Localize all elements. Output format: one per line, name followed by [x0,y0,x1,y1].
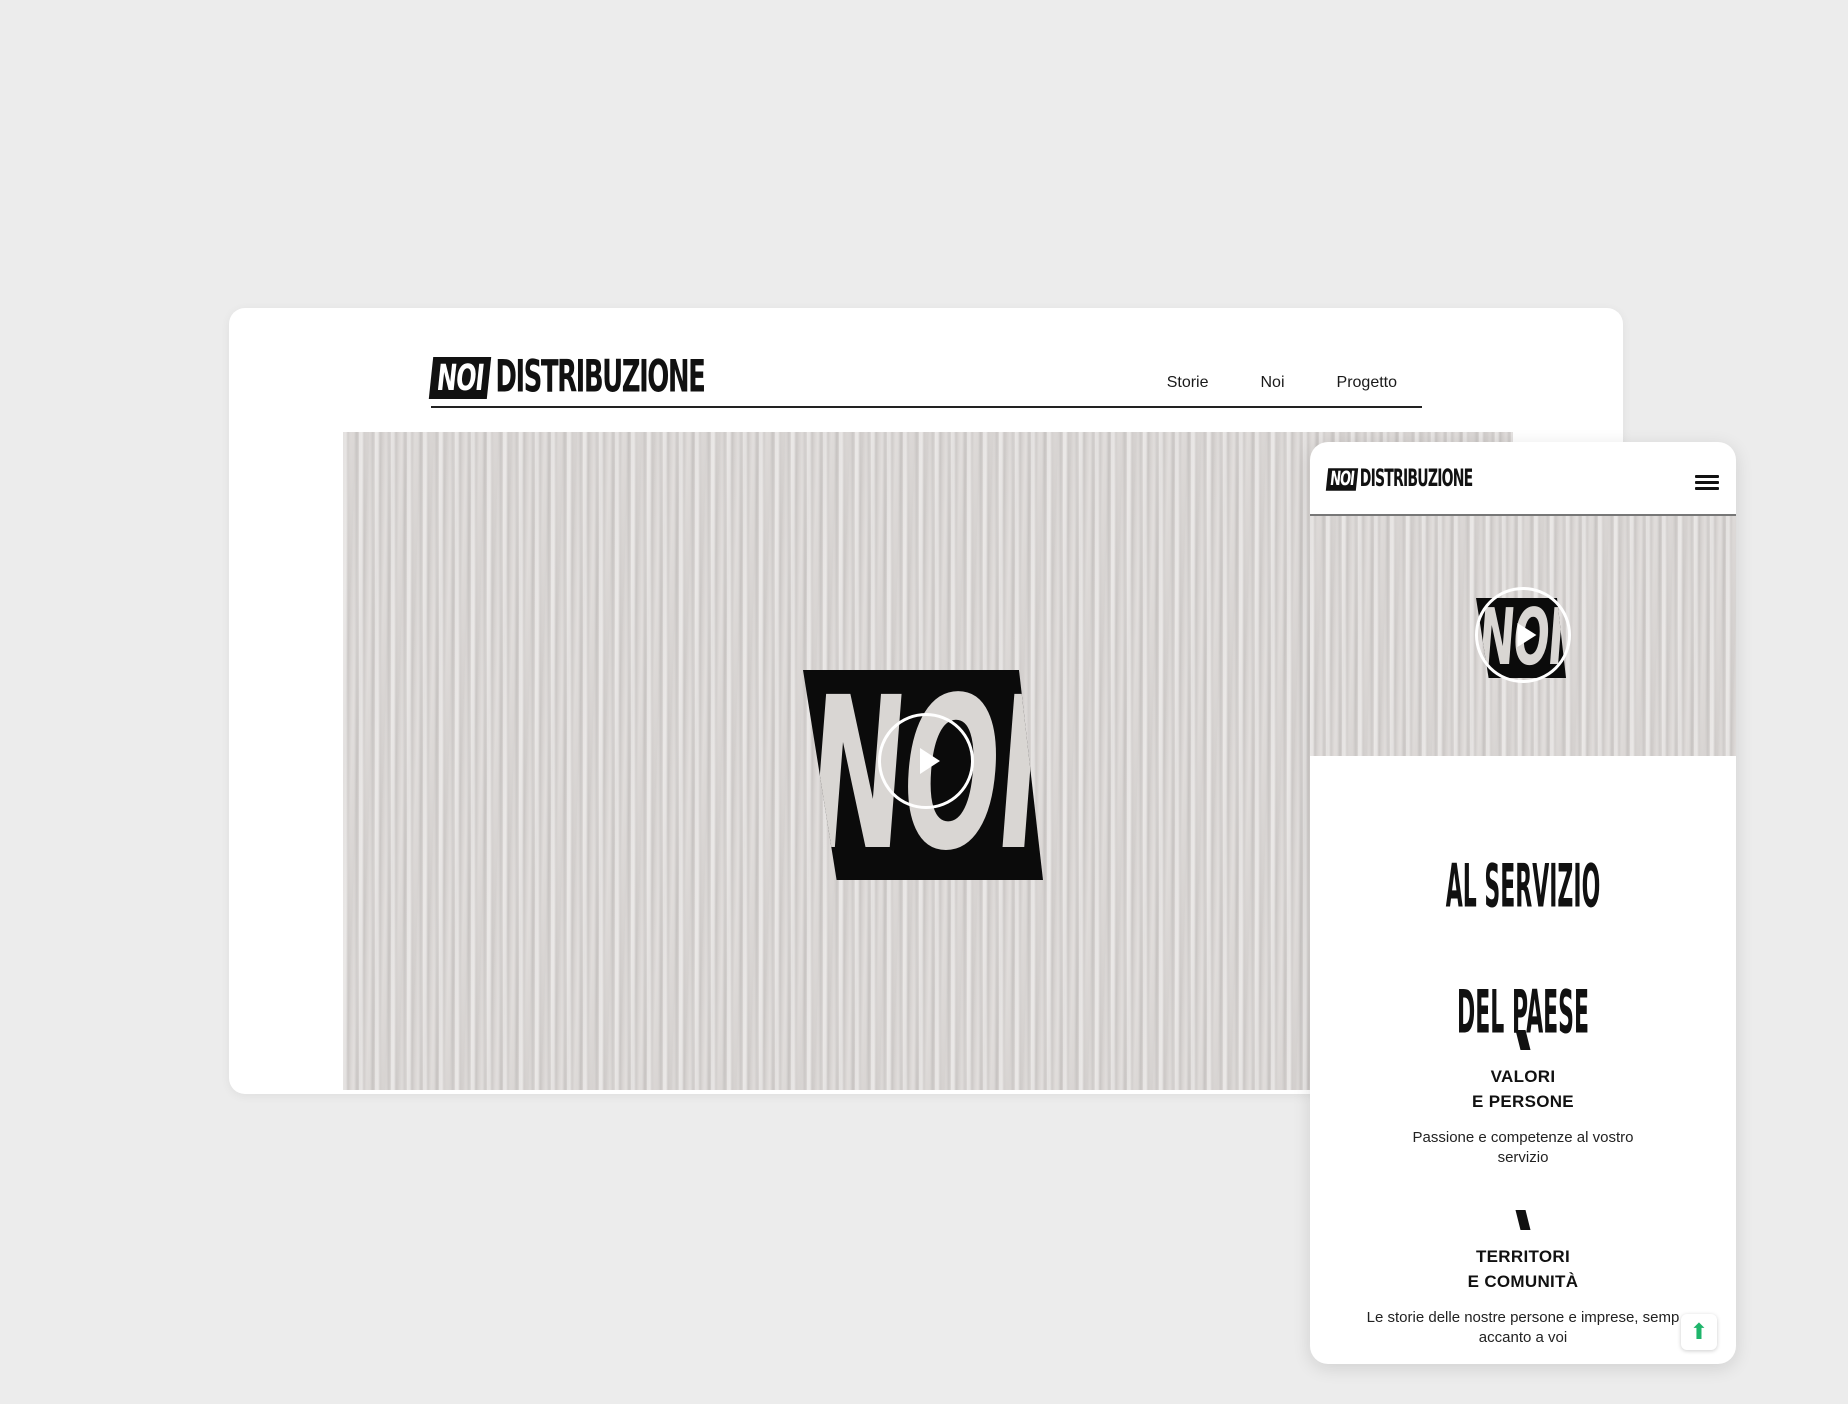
mobile-site-logo[interactable]: NOI DISTRIBUZIONE [1325,464,1473,494]
mobile-logo-wordmark: DISTRIBUZIONE [1359,465,1473,493]
main-nav: Storie Noi Progetto [1167,374,1397,392]
section-text: Le storie delle nostre persone e imprese… [1366,1309,1680,1346]
scroll-to-top-button[interactable]: ⬆ [1681,1314,1717,1350]
section-text: Passione e competenze al vostro servizio [1412,1129,1634,1166]
mobile-mockup: NOI DISTRIBUZIONE NOI AL SERVIZIO DEL PA… [1310,442,1736,1364]
mobile-header: NOI DISTRIBUZIONE [1310,442,1736,516]
site-logo[interactable]: NOI DISTRIBUZIONE [428,350,706,406]
section-title: VALORI E PERSONE [1310,1064,1736,1114]
arrow-up-icon: ⬆ [1689,1319,1709,1344]
hero-title-line2: DEL PAESE [1457,978,1589,1048]
section-divider-mark [1515,1210,1531,1230]
mobile-hero-video[interactable]: NOI [1310,516,1736,756]
section-territori: TERRITORI E COMUNITÀ Le storie delle nos… [1310,1244,1736,1348]
nav-item-noi[interactable]: Noi [1261,374,1285,392]
hero-title-line1: AL SERVIZIO [1445,852,1601,922]
section-title-line2: E COMUNITÀ [1467,1272,1579,1291]
nav-item-progetto[interactable]: Progetto [1337,374,1397,392]
play-icon[interactable] [878,713,974,809]
section-title-line1: VALORI [1490,1067,1556,1086]
hamburger-menu-icon[interactable] [1695,475,1719,491]
desktop-header: NOI DISTRIBUZIONE Storie Noi Progetto [428,350,1422,408]
section-valori: VALORI E PERSONE Passione e competenze a… [1310,1064,1736,1168]
section-title-line1: TERRITORI [1475,1247,1570,1266]
logo-mark: NOI [428,357,492,399]
nav-item-storie[interactable]: Storie [1167,374,1209,392]
section-title-line2: E PERSONE [1472,1092,1574,1111]
section-title: TERRITORI E COMUNITÀ [1310,1244,1736,1294]
logo-wordmark: DISTRIBUZIONE [495,352,706,404]
mobile-logo-mark: NOI [1325,467,1358,491]
mobile-play-icon[interactable] [1475,587,1571,683]
